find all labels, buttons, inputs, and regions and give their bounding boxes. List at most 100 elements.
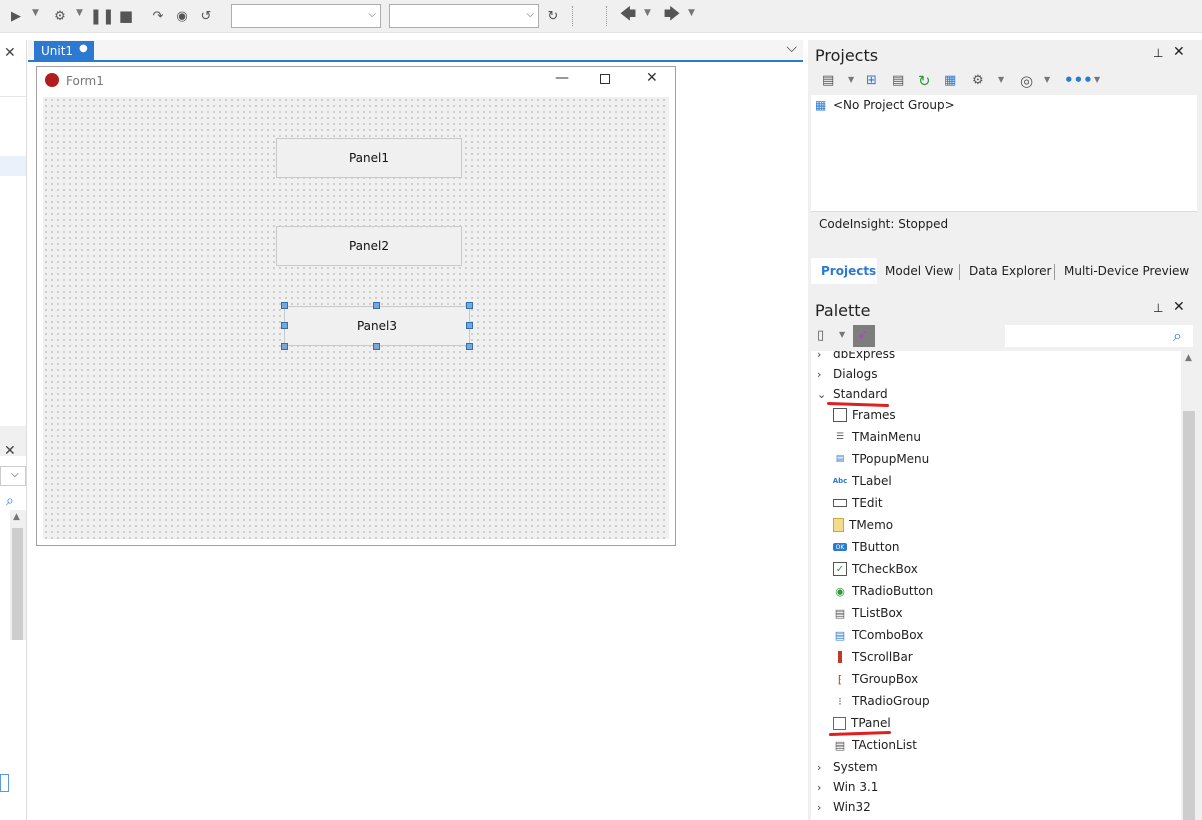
search-icon[interactable]: ⌕ xyxy=(1173,326,1182,346)
resize-handle[interactable] xyxy=(281,302,288,309)
chevron-down-icon[interactable]: ▼ xyxy=(998,75,1004,84)
run-to-cursor-icon[interactable]: ↺ xyxy=(196,7,216,25)
scrollbar-thumb[interactable] xyxy=(12,528,23,640)
palette-item-tscrollbar[interactable]: TScrollBar xyxy=(833,646,913,668)
chevron-down-icon[interactable]: ▼ xyxy=(848,75,854,84)
pin-icon[interactable]: ⊥ xyxy=(1153,46,1163,60)
run-dropdown-icon[interactable]: ▼ xyxy=(32,8,39,18)
more-icon[interactable]: ••• xyxy=(1064,71,1093,89)
maximize-icon[interactable] xyxy=(600,74,610,84)
no-project-group[interactable]: <No Project Group> xyxy=(833,98,955,112)
resize-handle[interactable] xyxy=(373,302,380,309)
close-icon[interactable]: ✕ xyxy=(4,443,16,459)
palette-scrollbar[interactable]: ▲ xyxy=(1181,351,1197,820)
category-system[interactable]: › System xyxy=(817,756,878,778)
palette-toolbar: ▯ ▼ ➶ ⌕ xyxy=(811,324,1197,350)
refresh-target-icon[interactable]: ↻ xyxy=(543,7,563,25)
category-win31[interactable]: › Win 3.1 xyxy=(817,776,878,798)
tab-data-explorer[interactable]: Data Explorer xyxy=(969,264,1051,278)
debug-dropdown-icon[interactable]: ▼ xyxy=(76,8,83,18)
resize-handle[interactable] xyxy=(466,343,473,350)
selected-row[interactable] xyxy=(0,156,26,176)
new-project-icon[interactable]: ▤ xyxy=(822,73,834,88)
component-icon[interactable]: ▯ xyxy=(817,328,824,343)
chevron-right-icon: › xyxy=(817,800,822,814)
run-icon[interactable]: ▶ xyxy=(6,7,26,25)
palette-search-input[interactable] xyxy=(1005,325,1193,347)
chevron-up-icon[interactable]: ▲ xyxy=(1185,353,1192,363)
palette-item-frames[interactable]: Frames xyxy=(833,404,896,426)
platform-combo[interactable]: ⌵ xyxy=(389,4,539,28)
palette-item-tgroupbox[interactable]: ⁅ TGroupBox xyxy=(833,668,918,690)
chevron-down-icon[interactable]: ⌵ xyxy=(786,40,797,56)
step-over-icon[interactable]: ↷ xyxy=(148,7,168,25)
tab-model-view[interactable]: Model View xyxy=(885,264,953,278)
trace-into-icon[interactable]: ◉ xyxy=(172,7,192,25)
panel1-caption: Panel1 xyxy=(348,151,389,165)
close-icon[interactable]: ✕ xyxy=(4,45,16,61)
palette-tree[interactable]: › dbExpress › Dialogs ⌄ Standard Frames ☰ TM… xyxy=(811,351,1197,820)
chevron-down-icon[interactable]: ▼ xyxy=(839,330,845,339)
stop-icon[interactable]: ■ xyxy=(116,7,136,25)
chevron-up-icon[interactable]: ▲ xyxy=(13,512,20,522)
palette-item-tactionlist[interactable]: ▤ TActionList xyxy=(833,734,917,756)
tab-multi-device-preview[interactable]: Multi-Device Preview xyxy=(1064,264,1189,278)
settings-icon[interactable]: ⚙ xyxy=(972,73,984,88)
category-win32[interactable]: › Win32 xyxy=(817,796,871,818)
build-icon[interactable]: ▦ xyxy=(944,73,956,88)
refresh-icon[interactable]: ↻ xyxy=(918,72,931,90)
tab-label: Unit1 xyxy=(41,44,74,58)
tab-unit1[interactable]: Unit1 ● xyxy=(34,41,94,62)
panel1[interactable]: Panel1 xyxy=(276,138,462,178)
palette-item-tcheckbox[interactable]: ✓ TCheckBox xyxy=(833,558,918,580)
resize-handle[interactable] xyxy=(466,302,473,309)
palette-item-tradiogroup[interactable]: ⁝ TRadioGroup xyxy=(833,690,929,712)
input-edge[interactable] xyxy=(0,774,9,792)
add-project-icon[interactable]: ⊞ xyxy=(866,73,877,88)
chevron-down-icon[interactable]: ▼ xyxy=(1094,75,1100,84)
pin-icon[interactable]: ⊥ xyxy=(1153,301,1163,315)
minimize-icon[interactable]: — xyxy=(555,70,569,86)
palette-item-tlabel[interactable]: Abc TLabel xyxy=(833,470,892,492)
object-combo[interactable]: ⌵ xyxy=(0,466,26,486)
palette-item-label: TPopupMenu xyxy=(852,452,930,466)
options-icon[interactable]: ▤ xyxy=(892,73,904,88)
project-tree[interactable]: ▦ <No Project Group> xyxy=(811,95,1197,211)
palette-item-tpopupmenu[interactable]: ▤ TPopupMenu xyxy=(833,448,930,470)
configuration-combo[interactable]: ⌵ xyxy=(231,4,381,28)
palette-item-tmainmenu[interactable]: ☰ TMainMenu xyxy=(833,426,921,448)
close-icon[interactable]: ✕ xyxy=(1173,44,1185,60)
palette-item-label: TActionList xyxy=(852,738,917,752)
chevron-down-icon: ⌵ xyxy=(368,9,376,20)
scrollbar[interactable]: ▲ xyxy=(10,510,26,640)
form-design-grid[interactable]: Panel1 Panel2 Panel3 xyxy=(43,97,669,539)
resize-handle[interactable] xyxy=(281,343,288,350)
palette-item-tlistbox[interactable]: ▤ TListBox xyxy=(833,602,903,624)
pause-icon[interactable]: ❚❚ xyxy=(89,7,114,25)
resize-handle[interactable] xyxy=(373,343,380,350)
scrollbar-thumb[interactable] xyxy=(1183,411,1195,820)
panel2[interactable]: Panel2 xyxy=(276,226,462,266)
palette-item-tbutton[interactable]: OK TButton xyxy=(833,536,900,558)
forward-arrow-icon[interactable]: 🡆 xyxy=(662,4,682,25)
back-arrow-icon[interactable]: 🡄 xyxy=(618,4,638,25)
palette-item-tmemo[interactable]: TMemo xyxy=(833,514,893,536)
tab-projects-label[interactable]: Projects xyxy=(821,264,876,278)
panel3[interactable]: Panel3 xyxy=(284,306,470,346)
palette-item-tedit[interactable]: TEdit xyxy=(833,492,883,514)
close-icon[interactable]: ✕ xyxy=(1173,299,1185,315)
form1-window[interactable]: Form1 — ✕ Panel1 Panel2 Panel3 xyxy=(36,66,676,546)
resize-handle[interactable] xyxy=(466,322,473,329)
back-dropdown-icon[interactable]: ▼ xyxy=(644,8,651,18)
category-dialogs[interactable]: › Dialogs xyxy=(817,363,877,385)
target-icon[interactable]: ◎ xyxy=(1020,72,1033,90)
forward-dropdown-icon[interactable]: ▼ xyxy=(688,8,695,18)
palette-item-tcombobox[interactable]: ▤ TComboBox xyxy=(833,624,924,646)
palette-item-label: TMemo xyxy=(849,518,894,532)
close-icon[interactable]: ✕ xyxy=(646,70,658,86)
palette-item-tradiobutton[interactable]: ◉ TRadioButton xyxy=(833,580,933,602)
resize-handle[interactable] xyxy=(281,322,288,329)
run-debug-icon[interactable]: ⚙ xyxy=(50,7,70,25)
search-icon[interactable]: ⌕ xyxy=(6,493,14,509)
chevron-down-icon[interactable]: ▼ xyxy=(1044,75,1050,84)
